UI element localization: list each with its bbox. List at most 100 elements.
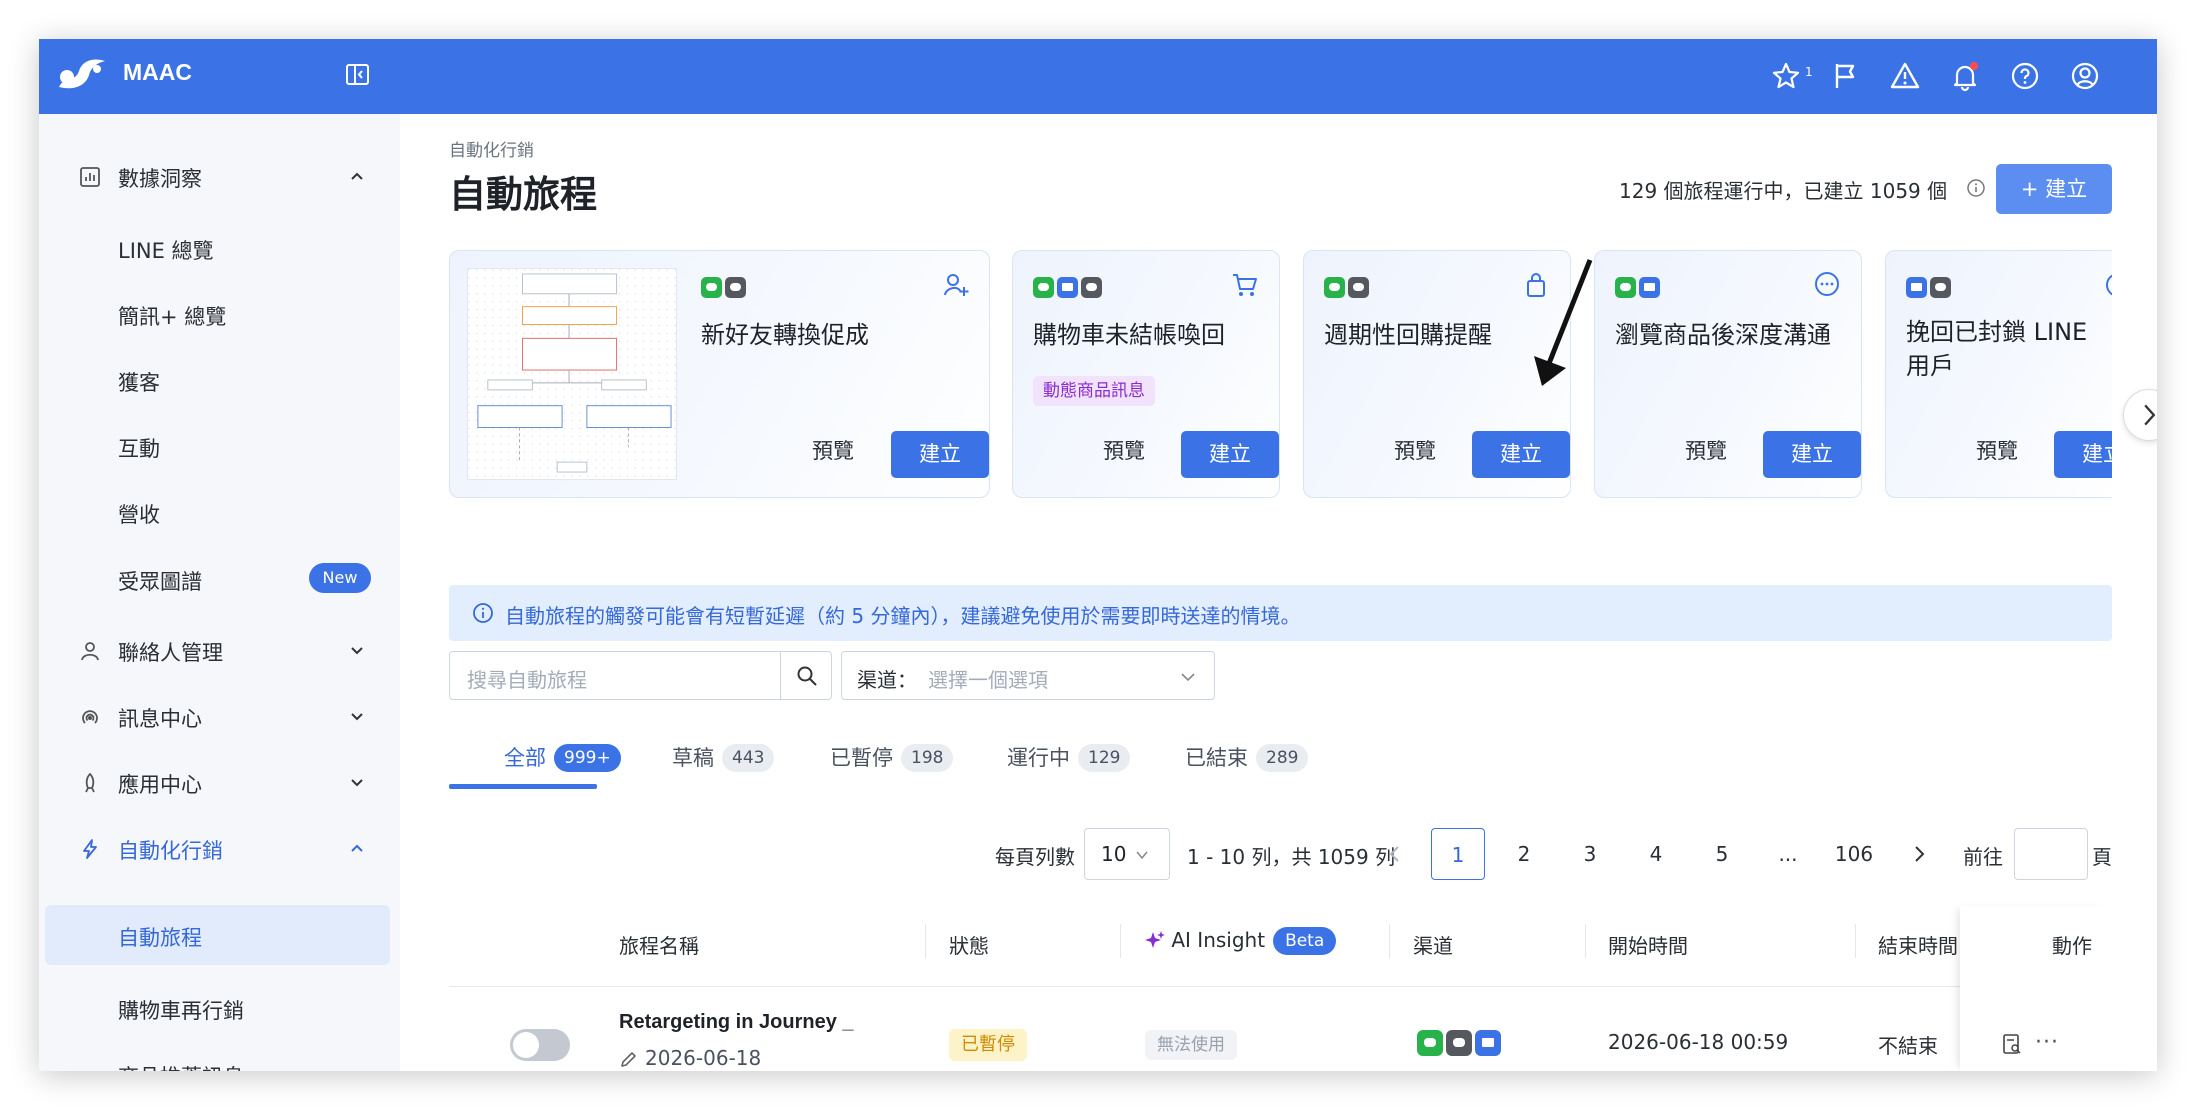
create-template-button[interactable]: 建立 (1472, 431, 1570, 478)
tab-paused[interactable]: 已暫停 198 (830, 742, 954, 790)
sidebar-item-audience-map[interactable]: 受眾圖譜 New (39, 554, 400, 604)
carousel-next-button[interactable] (2123, 389, 2157, 441)
info-icon (473, 603, 493, 623)
tab-label: 已暫停 (830, 746, 893, 770)
sidebar-collapse-icon[interactable] (344, 61, 371, 88)
breadcrumb[interactable]: 自動化行銷 (449, 136, 534, 161)
journey-summary: 129 個旅程運行中，已建立 1059 個 (1619, 179, 1948, 203)
create-template-button[interactable]: 建立 (891, 431, 989, 478)
create-template-button[interactable]: 建立 (2054, 431, 2112, 478)
sidebar-item-revenue[interactable]: 營收 (39, 487, 400, 537)
rows-per-page-select[interactable]: 10 (1084, 828, 1170, 880)
create-journey-button[interactable]: + 建立 (1996, 164, 2112, 214)
template-name: 瀏覽商品後深度溝通 (1615, 321, 1831, 349)
next-page-icon[interactable] (1908, 843, 1930, 865)
line-icon (1033, 277, 1054, 298)
page-2[interactable]: 2 (1497, 828, 1551, 880)
sidebar-item-label: 數據洞察 (118, 167, 202, 191)
tab-all[interactable]: 全部 999+ (504, 742, 621, 790)
template-card[interactable]: 新好友轉換促成 預覽 建立 (449, 250, 990, 498)
preview-button[interactable]: 預覽 (812, 435, 854, 465)
preview-button[interactable]: 預覽 (1394, 435, 1436, 465)
more-actions-icon[interactable]: ··· (2035, 1030, 2059, 1055)
sidebar-item-line-overview[interactable]: LINE 總覽 (39, 223, 400, 273)
template-card[interactable]: 瀏覽商品後深度溝通 預覽 建立 (1594, 250, 1862, 498)
banner-text: 自動旅程的觸發可能會有短暫延遲（約 5 分鐘內），建議避免使用於需要即時送達的情… (505, 604, 1301, 628)
sidebar-item-product-recommend[interactable]: 商品推薦訊息 (39, 1049, 400, 1071)
tab-draft[interactable]: 草稿 443 (672, 742, 775, 790)
tab-count: 289 (1256, 744, 1309, 772)
template-flow-thumbnail (467, 268, 677, 480)
sidebar-item-app-center[interactable]: 應用中心 (39, 757, 400, 807)
preview-button[interactable]: 預覽 (1103, 435, 1145, 465)
pencil-icon[interactable] (619, 1049, 639, 1069)
sms-icon (1446, 1030, 1472, 1056)
goto-label: 前往 (1963, 845, 2003, 869)
top-bar: MAAC 1 (39, 39, 2157, 114)
preview-button[interactable]: 預覽 (1685, 435, 1727, 465)
sidebar-item-cart-retargeting[interactable]: 購物車再行銷 (39, 983, 400, 1033)
maac-logo-icon[interactable] (55, 53, 111, 93)
sidebar-item-acquisition[interactable]: 獲客 (39, 355, 400, 405)
help-icon[interactable] (2009, 60, 2041, 92)
sidebar: 數據洞察 LINE 總覽 簡訊+ 總覽 獲客 互動 營收 受眾圖譜 New 聯絡… (39, 114, 400, 1071)
page-1[interactable]: 1 (1431, 828, 1485, 880)
sidebar-item-engagement[interactable]: 互動 (39, 421, 400, 471)
journey-toggle[interactable] (510, 1029, 570, 1061)
user-icon (81, 642, 99, 661)
chevron-down-icon (351, 779, 363, 787)
broadcast-icon (82, 710, 98, 724)
create-template-button[interactable]: 建立 (1763, 431, 1861, 478)
goto-page-input[interactable] (2014, 828, 2088, 880)
tab-label: 運行中 (1007, 746, 1070, 770)
info-icon[interactable] (1966, 178, 1986, 198)
bell-icon[interactable] (1949, 60, 1981, 92)
report-icon[interactable] (2001, 1033, 2023, 1055)
bolt-icon (83, 839, 97, 859)
sidebar-item-label: LINE 總覽 (118, 239, 214, 263)
template-card[interactable]: 挽回已封鎖 LINE 用戶 預覽 建立 (1885, 250, 2112, 498)
header-start-time[interactable]: 開始時間 (1608, 930, 1688, 959)
sidebar-item-label: 應用中心 (118, 773, 202, 797)
ai-insight-value: 無法使用 (1145, 1030, 1237, 1060)
header-ai-insight[interactable]: AI Insight Beta (1145, 927, 1337, 955)
warning-icon[interactable] (1889, 60, 1921, 92)
sidebar-item-sms-overview[interactable]: 簡訊+ 總覽 (39, 289, 400, 339)
user-icon[interactable] (2069, 60, 2101, 92)
sidebar-item-automation[interactable]: 自動化行銷 (39, 823, 400, 873)
journey-name[interactable]: Retargeting in Journey _ (619, 1011, 854, 1034)
channel-select[interactable]: 渠道： 選擇一個選項 (841, 651, 1215, 700)
sidebar-item-journeys[interactable]: 自動旅程 (45, 905, 390, 965)
page-3[interactable]: 3 (1563, 828, 1617, 880)
prev-page-icon[interactable] (1384, 843, 1406, 865)
header-channel[interactable]: 渠道 (1413, 930, 1453, 959)
preview-button[interactable]: 預覽 (1976, 435, 2018, 465)
new-badge: New (309, 563, 371, 593)
page-ellipsis[interactable]: ... (1761, 828, 1815, 880)
sidebar-item-insights[interactable]: 數據洞察 (39, 151, 400, 201)
search-input[interactable]: 搜尋自動旅程 (449, 651, 832, 700)
header-status[interactable]: 狀態 (949, 930, 989, 959)
sidebar-item-contacts[interactable]: 聯絡人管理 (39, 625, 400, 675)
sidebar-item-label: 受眾圖譜 (118, 570, 202, 594)
search-button[interactable] (780, 652, 832, 699)
tab-running[interactable]: 運行中 129 (1007, 742, 1131, 790)
create-template-button[interactable]: 建立 (1181, 431, 1279, 478)
column-divider (1120, 924, 1121, 958)
page-106[interactable]: 106 (1827, 828, 1881, 880)
sparkle-icon (1145, 931, 1165, 948)
header-end-time[interactable]: 結束時間 (1878, 930, 1958, 959)
flag-icon[interactable] (1829, 60, 1861, 92)
channel-icons (1615, 277, 1660, 299)
chevron-up-icon (351, 844, 363, 852)
template-card[interactable]: 購物車未結帳喚回 動態商品訊息 預覽 建立 (1012, 250, 1280, 498)
page-5[interactable]: 5 (1695, 828, 1749, 880)
sidebar-item-message-center[interactable]: 訊息中心 (39, 691, 400, 741)
header-journey-name[interactable]: 旅程名稱 (619, 930, 699, 959)
page-4[interactable]: 4 (1629, 828, 1683, 880)
tab-ended[interactable]: 已結束 289 (1185, 742, 1309, 790)
channel-select-label: 渠道： (857, 668, 917, 692)
sidebar-item-label: 營收 (118, 503, 160, 527)
star-icon[interactable] (1770, 60, 1802, 92)
header-action: 動作 (2052, 934, 2092, 958)
